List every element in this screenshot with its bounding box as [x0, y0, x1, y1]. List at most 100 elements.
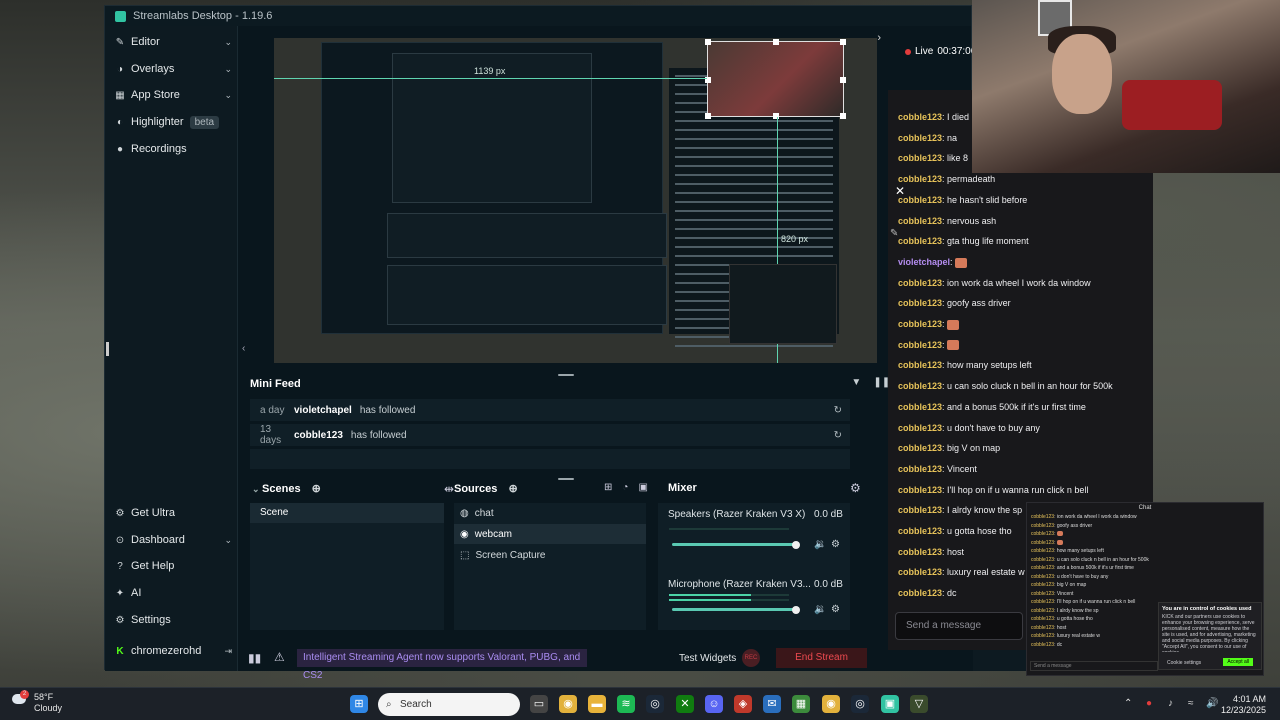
chat-username[interactable]: cobble123 [898, 319, 942, 329]
resize-handle[interactable] [558, 374, 574, 376]
weather-widget[interactable]: 2 58°F Cloudy [12, 690, 62, 714]
file-explorer-icon[interactable]: ▬ [588, 695, 606, 713]
stream-preview[interactable]: 1139 px 820 px [274, 38, 877, 363]
close-icon[interactable]: ✕ [892, 184, 908, 198]
announcement-banner[interactable]: Intelligent Streaming Agent now supports… [297, 649, 587, 681]
steam-icon[interactable]: ◎ [646, 695, 664, 713]
end-stream-button[interactable]: End Stream [776, 648, 867, 668]
windows-start-icon[interactable]: ⊞ [350, 695, 368, 713]
chrome-alt-icon[interactable]: ◉ [822, 695, 840, 713]
gear-icon[interactable]: ⚙ [831, 604, 840, 615]
sidebar-item-recordings[interactable]: ● Recordings [115, 139, 232, 159]
gear-icon[interactable]: ⚙ [831, 539, 840, 550]
repeat-icon[interactable]: ↻ [834, 430, 842, 441]
stats-icon[interactable]: ▮▮ [248, 651, 261, 665]
tray-app-icon[interactable]: ● [1146, 698, 1152, 709]
chat-username[interactable]: cobble123 [898, 174, 942, 184]
filter-icon[interactable]: ▼ [851, 377, 861, 388]
sidebar-item-dashboard[interactable]: ⊙ Dashboard ⌄ [115, 530, 232, 550]
test-widgets-button[interactable]: Test Widgets [679, 653, 736, 664]
send-message-input[interactable]: Send a message [895, 612, 1023, 640]
taskbar-clock[interactable]: 4:01 AM 12/23/2025 [1221, 694, 1266, 716]
chrome-icon[interactable]: ◉ [559, 695, 577, 713]
group-icon[interactable]: ⊞ [604, 482, 612, 493]
source-item-chat[interactable]: ◍ chat [454, 503, 646, 523]
sidebar-item-app-store[interactable]: ▦ App Store ⌄ [115, 85, 232, 105]
logout-icon[interactable]: ⇥ [224, 646, 232, 657]
mixer-settings-icon[interactable]: ⚙ [850, 481, 861, 495]
toggle-visibility-icon[interactable]: ◔ [622, 482, 628, 493]
chat-username[interactable]: cobble123 [898, 278, 942, 288]
chat-username[interactable]: cobble123 [898, 298, 942, 308]
chat-username[interactable]: cobble123 [898, 153, 942, 163]
taskbar-search[interactable]: ⌕ Search [378, 693, 520, 716]
sidebar-item-settings[interactable]: ⚙ Settings [115, 610, 232, 630]
streamlabs-taskbar-icon[interactable]: ▣ [881, 695, 899, 713]
chat-username[interactable]: cobble123 [898, 381, 942, 391]
chat-username[interactable]: cobble123 [898, 443, 942, 453]
minecraft-icon[interactable]: ▦ [792, 695, 810, 713]
xbox-icon[interactable]: ✕ [676, 695, 694, 713]
repeat-icon[interactable]: ↻ [834, 405, 842, 416]
volume-slider[interactable] [672, 543, 796, 546]
steam-alt-icon[interactable]: ◎ [851, 695, 869, 713]
sidebar-item-editor[interactable]: ✎ Editor ⌄ [115, 32, 232, 52]
scene-item[interactable]: Scene [250, 503, 444, 523]
drag-handle[interactable] [106, 342, 109, 356]
add-scene-icon[interactable]: ⊕ [312, 483, 321, 495]
alert-icon[interactable]: ⚠ [274, 650, 285, 664]
chat-username[interactable]: cobble123 [898, 340, 942, 350]
volume-slider-knob[interactable] [792, 606, 800, 614]
chat-username[interactable]: cobble123 [898, 112, 942, 122]
record-button[interactable]: REC [742, 649, 760, 667]
sidebar-user[interactable]: K chromezerohd ⇥ [115, 641, 232, 661]
source-item-screen-capture[interactable]: ⬚ Screen Capture [454, 545, 646, 565]
chat-username[interactable]: cobble123 [898, 133, 942, 143]
chat-username[interactable]: violetchapel [898, 257, 950, 267]
chat-username[interactable]: cobble123 [898, 485, 942, 495]
chevron-down-icon[interactable]: ⌄ [252, 484, 262, 494]
resize-handle[interactable] [558, 478, 574, 480]
sidebar-item-overlays[interactable]: ◑ Overlays ⌄ [115, 59, 232, 79]
sidebar-item-get-ultra[interactable]: ⚙ Get Ultra [115, 503, 232, 523]
add-source-icon[interactable]: ⊕ [508, 483, 517, 495]
mail-icon[interactable]: ✉ [763, 695, 781, 713]
cookie-settings-button[interactable]: Cookie settings [1167, 660, 1201, 666]
volume-icon[interactable]: 🔉 [814, 539, 826, 550]
app-icon[interactable]: ▽ [910, 695, 928, 713]
discord-icon[interactable]: ☺ [705, 695, 723, 713]
source-item-webcam[interactable]: ◉ webcam [454, 524, 646, 544]
shield-app-icon[interactable]: ◈ [734, 695, 752, 713]
chat-username[interactable]: cobble123 [898, 588, 942, 598]
wifi-icon[interactable]: ≈ [1188, 698, 1194, 709]
sidebar-item-get-help[interactable]: ? Get Help [115, 556, 232, 576]
chat-username[interactable]: cobble123 [898, 236, 942, 246]
task-view-icon[interactable]: ▭ [530, 695, 548, 713]
pin-icon[interactable]: ✎ [890, 228, 902, 242]
folder-icon[interactable]: ▣ [638, 482, 647, 493]
volume-icon[interactable]: 🔉 [814, 604, 826, 615]
chat-username[interactable]: cobble123 [898, 464, 942, 474]
title-bar[interactable]: Streamlabs Desktop - 1.19.6 [105, 6, 971, 26]
chat-username[interactable]: cobble123 [898, 423, 942, 433]
accept-all-button[interactable]: Accept all [1223, 658, 1253, 666]
sidebar-item-highlighter[interactable]: ◐ Highlighter beta [115, 112, 232, 132]
microphone-icon[interactable]: ♪ [1168, 698, 1173, 709]
webcam-source-box[interactable] [705, 39, 846, 119]
scene-transition-icon[interactable]: ⇹ [444, 482, 454, 496]
volume-slider[interactable] [672, 608, 796, 611]
chat-username[interactable]: cobble123 [898, 547, 942, 557]
tray-chevron-icon[interactable]: ⌃ [1124, 698, 1132, 709]
chat-username[interactable]: cobble123 [898, 402, 942, 412]
chevron-right-icon[interactable]: › [877, 32, 881, 44]
chat-username[interactable]: cobble123 [898, 505, 942, 515]
sidebar-item-ai[interactable]: ✦ AI [115, 583, 232, 603]
chat-username[interactable]: cobble123 [898, 360, 942, 370]
chat-username[interactable]: cobble123 [898, 216, 942, 226]
chat-username[interactable]: cobble123 [898, 567, 942, 577]
chat-username[interactable]: cobble123 [898, 526, 942, 536]
popup-send-input[interactable]: Send a message [1030, 661, 1158, 671]
scroll-left-icon[interactable]: ‹ [242, 343, 245, 354]
speaker-icon[interactable]: 🔊 [1206, 698, 1218, 709]
volume-slider-knob[interactable] [792, 541, 800, 549]
